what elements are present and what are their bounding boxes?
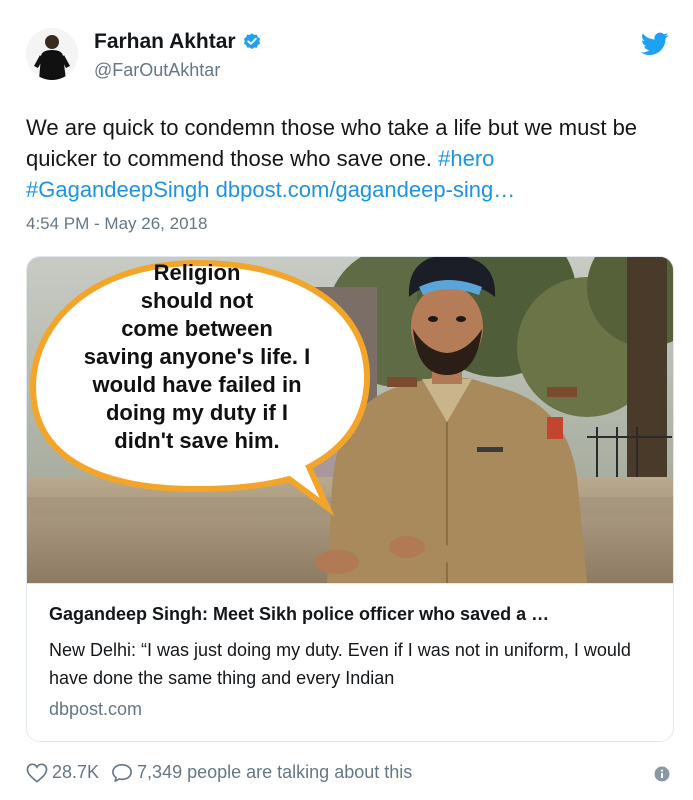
reply-button[interactable]: 7,349 people are talking about this — [111, 762, 412, 783]
bubble-line: Religion — [153, 260, 241, 285]
bubble-line: come between — [121, 316, 273, 341]
tweet-text: We are quick to condemn those who take a… — [26, 112, 666, 205]
bubble-line: would have failed in — [92, 372, 302, 397]
bubble-line: didn't save him. — [114, 428, 280, 453]
avatar[interactable] — [26, 28, 78, 80]
user-handle[interactable]: @FarOutAkhtar — [94, 60, 220, 81]
card-title[interactable]: Gagandeep Singh: Meet Sikh police office… — [49, 604, 659, 625]
timestamp[interactable]: 4:54 PM - May 26, 2018 — [26, 214, 207, 234]
like-button[interactable]: 28.7K — [26, 762, 99, 783]
comment-bubble-icon — [112, 763, 132, 782]
tweet-body: We are quick to condemn those who take a… — [26, 115, 638, 171]
card-image[interactable]: Religion should not come between saving … — [27, 257, 673, 583]
speech-bubble-text: Religion should not come between saving … — [47, 259, 347, 455]
tweet-link[interactable]: dbpost.com/gagandeep-sing… — [216, 177, 516, 202]
tweet-card: Farhan Akhtar @FarOutAkhtar We are quick… — [0, 0, 693, 800]
hashtag-gagandeepsingh[interactable]: #GagandeepSingh — [26, 177, 210, 202]
like-count: 28.7K — [52, 762, 100, 782]
twitter-bird-icon[interactable] — [641, 32, 669, 56]
bubble-line: should not — [140, 288, 254, 313]
verified-badge-icon — [243, 33, 260, 50]
display-name[interactable]: Farhan Akhtar — [94, 30, 236, 54]
info-icon[interactable] — [654, 766, 670, 782]
hashtag-hero[interactable]: #hero — [438, 146, 494, 171]
card-domain[interactable]: dbpost.com — [49, 699, 142, 720]
heart-icon — [26, 763, 48, 783]
tweet-actions: 28.7K 7,349 people are talking about thi… — [26, 762, 424, 783]
talking-count: 7,349 people are talking about this — [137, 762, 413, 782]
link-card[interactable]: Religion should not come between saving … — [26, 256, 674, 742]
bubble-line: doing my duty if I — [105, 400, 289, 425]
bubble-line: saving anyone's life. I — [83, 344, 311, 369]
card-description: New Delhi: “I was just doing my duty. Ev… — [49, 640, 631, 688]
card-body[interactable]: Gagandeep Singh: Meet Sikh police office… — [27, 583, 673, 741]
